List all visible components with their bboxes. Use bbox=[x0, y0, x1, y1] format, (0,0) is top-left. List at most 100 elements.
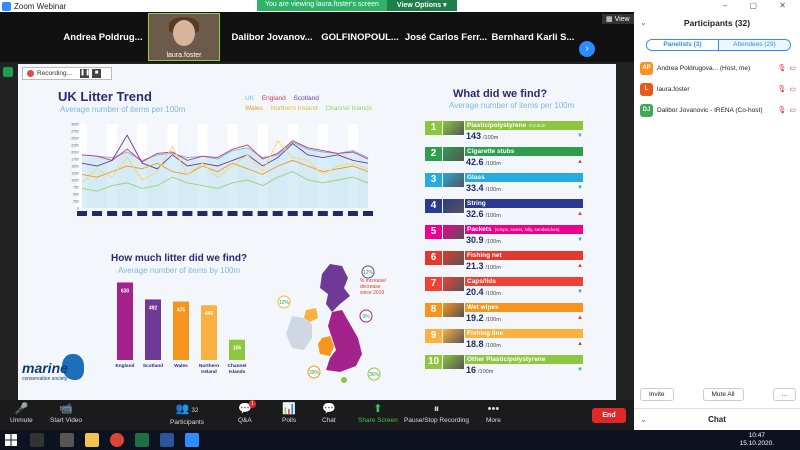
bar-value-label: 630 bbox=[121, 288, 130, 294]
participant-row[interactable]: Llaura.foster 🎙 ▭ bbox=[640, 81, 796, 97]
share-screen-icon: ⬆ bbox=[358, 402, 398, 417]
next-page-arrow-icon[interactable]: › bbox=[579, 41, 595, 57]
share-screen-button[interactable]: ⬆ Share Screen bbox=[358, 402, 398, 424]
unmute-button[interactable]: 🎤 Unmute bbox=[10, 402, 33, 424]
video-off-icon[interactable]: ▭ bbox=[789, 106, 796, 114]
findings-subtitle: Average number of items per 100m bbox=[449, 101, 575, 110]
findings-title: What did we find? bbox=[453, 88, 548, 100]
self-video-tile[interactable]: laura.foster bbox=[148, 13, 220, 61]
toolbar-label: Participants bbox=[170, 419, 204, 426]
video-off-icon[interactable]: ▭ bbox=[789, 64, 796, 72]
bar-value-label: 165 bbox=[233, 346, 242, 352]
finding-label-band: Wet wipes bbox=[465, 303, 583, 312]
finding-label: Fishing line bbox=[467, 330, 504, 337]
trend-down-icon: ▼ bbox=[577, 237, 583, 243]
map-value: 12% bbox=[279, 300, 290, 306]
finding-item: 1 Plastic/polystyrene 0-2.5cm 143/100m ▼ bbox=[425, 121, 583, 146]
x-tick-label bbox=[77, 211, 87, 216]
video-tile[interactable]: Andrea Poldrug... bbox=[58, 16, 148, 58]
participants-actions: Invite Mute All ... bbox=[640, 388, 796, 401]
howmuch-title: How much litter did we find? bbox=[111, 253, 248, 264]
finding-rank: 8 bbox=[425, 303, 442, 317]
word-icon[interactable] bbox=[160, 433, 174, 447]
y-tick-label: 1000 bbox=[71, 179, 79, 183]
finding-value-number: 21.3 bbox=[466, 261, 484, 271]
video-tile[interactable]: José Carlos Ferr... bbox=[402, 16, 490, 58]
task-view-icon[interactable] bbox=[60, 433, 74, 447]
start-video-button[interactable]: 📹 Start Video bbox=[50, 402, 82, 424]
video-off-icon[interactable]: ▭ bbox=[789, 85, 796, 93]
shield-icon[interactable] bbox=[3, 67, 13, 77]
stop-recording-icon[interactable]: ■ bbox=[92, 69, 102, 78]
mic-muted-icon[interactable]: 🎙 bbox=[777, 64, 786, 72]
y-tick-label: 2250 bbox=[71, 144, 79, 148]
mic-muted-icon[interactable]: 🎙 bbox=[777, 106, 786, 114]
view-options-button[interactable]: View Options ▾ bbox=[386, 0, 457, 11]
finding-unit: /100m bbox=[478, 369, 494, 375]
windows-start-icon[interactable] bbox=[5, 434, 17, 446]
y-tick-label: 3000 bbox=[71, 123, 79, 127]
chat-section-header[interactable]: ⌄ Chat bbox=[634, 408, 800, 430]
notification-badge: 1 bbox=[248, 400, 256, 408]
trend-legend: UK England Scotland Wales Northern Irela… bbox=[245, 94, 395, 114]
finding-rank: 5 bbox=[425, 225, 442, 239]
finding-unit: /100m bbox=[485, 343, 501, 349]
video-tile[interactable]: GOLFINOPOUL... bbox=[320, 16, 400, 58]
more-button[interactable]: ••• More bbox=[486, 402, 501, 424]
finding-item: 2 Cigarette stubs 42.6/100m ▲ bbox=[425, 147, 583, 172]
qa-button[interactable]: 💬 1 Q&A bbox=[238, 400, 256, 424]
tab-panelists[interactable]: Panelists (3) bbox=[647, 40, 719, 50]
finding-thumbnail bbox=[443, 303, 464, 317]
invite-button[interactable]: Invite bbox=[640, 388, 674, 401]
x-tick-label bbox=[137, 211, 148, 216]
zoom-taskbar-icon[interactable] bbox=[185, 433, 199, 447]
marine-conservation-society-logo: marine conservation society bbox=[20, 354, 90, 386]
logo-word: marine bbox=[22, 360, 68, 376]
file-explorer-icon[interactable] bbox=[85, 433, 99, 447]
chrome-icon[interactable] bbox=[110, 433, 124, 447]
finding-label-band: Plastic/polystyrene 0-2.5cm bbox=[465, 121, 583, 130]
y-tick-label: 1250 bbox=[71, 172, 79, 176]
chat-icon: 💬 bbox=[322, 402, 336, 417]
excel-icon[interactable] bbox=[135, 433, 149, 447]
pause-recording-icon[interactable]: ❚❚ bbox=[80, 69, 90, 78]
map-value: 12% bbox=[363, 270, 374, 276]
pause-stop-recording-button[interactable]: ⏸ Pause/Stop Recording bbox=[404, 402, 469, 424]
end-meeting-button[interactable]: End bbox=[592, 408, 626, 423]
finding-rank: 6 bbox=[425, 251, 442, 265]
polls-button[interactable]: 📊 Polls bbox=[282, 402, 296, 424]
trend-up-icon: ▲ bbox=[577, 341, 583, 347]
video-tile[interactable]: Bernhard Karli S... bbox=[490, 16, 576, 58]
bar-category-label: Channel bbox=[228, 363, 247, 369]
map-channel-islands bbox=[341, 377, 347, 383]
participant-row[interactable]: DJ Dalibor Jovanovic - IRENA (Co-host) 🎙 ▭ bbox=[640, 102, 796, 118]
video-tile[interactable]: Dalibor Jovanov... bbox=[228, 16, 316, 58]
map-ireland bbox=[286, 316, 312, 350]
more-icon: ••• bbox=[486, 402, 501, 417]
participant-row[interactable]: AP Andrea Poldrugova... (Host, me) 🎙 ▭ bbox=[640, 60, 796, 76]
logo-subtext: conservation society bbox=[22, 376, 68, 382]
bar-category-label: England bbox=[116, 363, 135, 369]
tab-attendees[interactable]: Attendees (29) bbox=[719, 40, 790, 50]
legend-item: Northern Ireland bbox=[270, 105, 318, 112]
search-icon[interactable] bbox=[30, 433, 44, 447]
x-tick-label bbox=[257, 211, 268, 216]
map-value: 9% bbox=[362, 314, 370, 320]
finding-label-band: String bbox=[465, 199, 583, 208]
chat-button[interactable]: 💬 Chat bbox=[322, 402, 336, 424]
finding-thumbnail bbox=[443, 251, 464, 265]
legend-item: UK bbox=[245, 95, 255, 102]
mute-all-button[interactable]: Mute All bbox=[702, 388, 744, 401]
y-tick-label: 0 bbox=[77, 207, 79, 211]
participants-button[interactable]: 👥 32 Participants bbox=[170, 402, 204, 426]
more-options-button[interactable]: ... bbox=[772, 388, 796, 401]
finding-item: 3 Glass 33.4/100m ▼ bbox=[425, 173, 583, 198]
microphone-icon: 🎤 bbox=[10, 402, 33, 417]
mic-muted-icon[interactable]: 🎙 bbox=[777, 85, 786, 93]
windows-taskbar: 10:47 15.10.2020. bbox=[0, 430, 800, 450]
finding-value: 18.8/100m bbox=[466, 339, 501, 349]
avatar: DJ bbox=[640, 103, 653, 117]
finding-value-number: 33.4 bbox=[466, 183, 484, 193]
window-controls[interactable]: – ▢ ✕ bbox=[723, 1, 796, 10]
view-button[interactable]: ▦ View bbox=[602, 14, 634, 24]
